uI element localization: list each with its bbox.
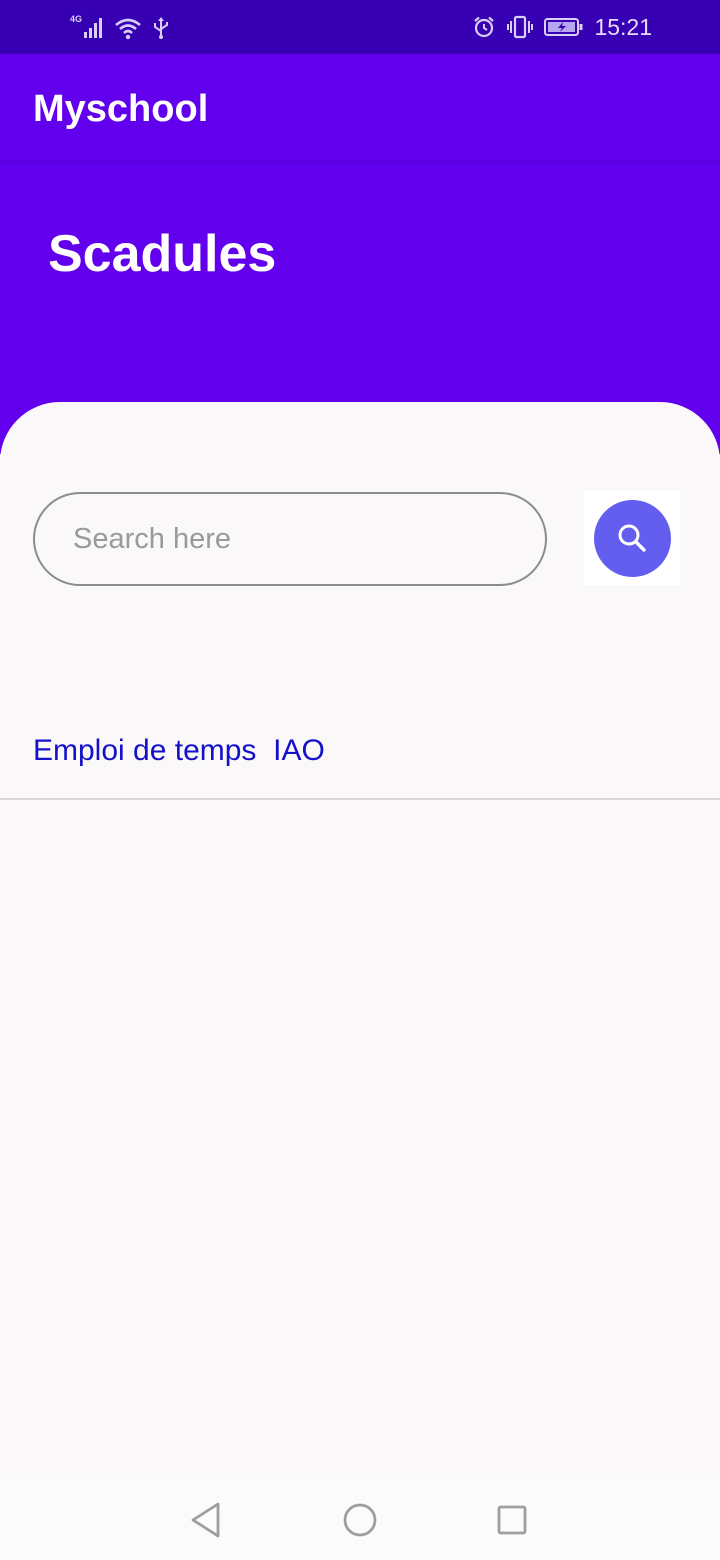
usb-icon bbox=[154, 17, 168, 39]
navigation-bar bbox=[0, 1478, 720, 1560]
search-input[interactable] bbox=[33, 492, 547, 586]
search-icon bbox=[618, 524, 646, 552]
battery-charging-icon bbox=[544, 18, 583, 36]
search-button[interactable] bbox=[593, 499, 671, 577]
status-time: 15:21 bbox=[594, 13, 652, 40]
signal-icon: 4G bbox=[70, 14, 104, 40]
status-right-group: 15:21 bbox=[472, 14, 652, 40]
screen: 4G 15:21 Myschool Scadules Search here E… bbox=[0, 0, 720, 1560]
wifi-icon bbox=[115, 18, 141, 40]
search-button-container bbox=[584, 491, 680, 585]
home-icon bbox=[343, 1503, 377, 1537]
status-bar: 4G 15:21 bbox=[0, 0, 720, 54]
vibrate-icon bbox=[507, 15, 534, 39]
page-title: Scadules bbox=[48, 225, 277, 283]
home-button[interactable] bbox=[338, 1498, 382, 1542]
recents-button[interactable] bbox=[490, 1498, 534, 1542]
network-type-label: 4G bbox=[70, 14, 83, 24]
back-icon bbox=[191, 1502, 220, 1538]
recents-icon bbox=[497, 1505, 527, 1535]
list-item[interactable]: Emploi de temps IAO bbox=[0, 702, 720, 800]
app-bar-divider bbox=[0, 160, 720, 168]
back-button[interactable] bbox=[184, 1498, 228, 1542]
app-header: Myschool Scadules bbox=[0, 54, 720, 454]
status-left-group: 4G bbox=[70, 14, 170, 40]
alarm-icon bbox=[474, 16, 495, 38]
content-sheet: Emploi de temps IAO bbox=[0, 402, 720, 1478]
app-title: Myschool bbox=[33, 88, 209, 130]
list-item-label: Emploi de temps IAO bbox=[33, 734, 325, 767]
